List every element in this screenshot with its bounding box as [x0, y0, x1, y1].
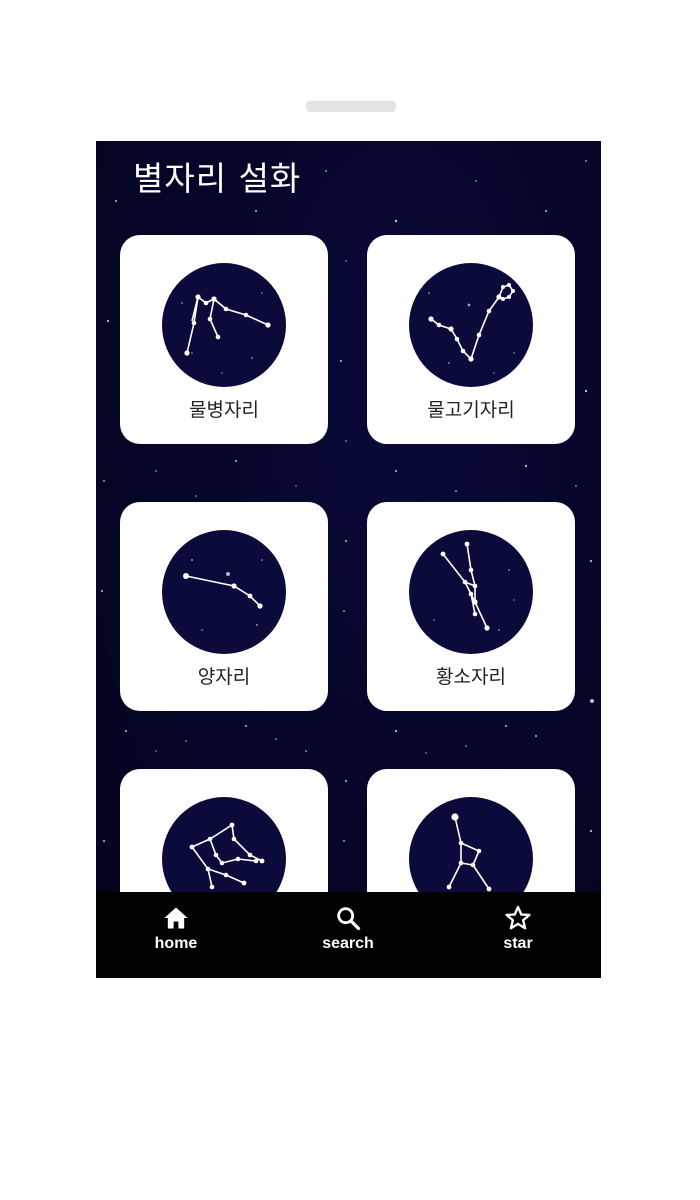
- nav-star-button[interactable]: star: [468, 904, 568, 968]
- app-title: 별자리 설화: [133, 159, 302, 198]
- app-screen: 별자리 설화 물병자리 물고기자리 양자리 황소자리 home search s…: [96, 141, 601, 978]
- constellation-card-taurus[interactable]: 황소자리: [367, 502, 575, 711]
- aquarius-constellation-icon: [162, 263, 286, 387]
- constellation-name: 물고기자리: [427, 399, 515, 421]
- pisces-constellation-icon: [409, 263, 533, 387]
- home-icon: [164, 907, 188, 929]
- constellation-name: 황소자리: [436, 666, 506, 688]
- nav-search-label: search: [322, 935, 374, 952]
- nav-home-button[interactable]: home: [126, 904, 226, 968]
- nav-star-label: star: [503, 935, 533, 952]
- aries-constellation-icon: [162, 530, 286, 654]
- constellation-name: 양자리: [197, 666, 251, 688]
- nav-search-button[interactable]: search: [298, 904, 398, 968]
- constellation-card-pisces[interactable]: 물고기자리: [367, 235, 575, 444]
- constellation-card-aries[interactable]: 양자리: [120, 502, 328, 711]
- constellation-name: 물병자리: [189, 399, 259, 421]
- nav-home-label: home: [154, 935, 198, 952]
- phone-speaker: [306, 101, 396, 112]
- taurus-constellation-icon: [409, 530, 533, 654]
- constellation-card-aquarius[interactable]: 물병자리: [120, 235, 328, 444]
- star-icon: [505, 905, 531, 930]
- bottom-navigation-bar: home search star: [96, 892, 601, 978]
- search-icon: [337, 907, 361, 931]
